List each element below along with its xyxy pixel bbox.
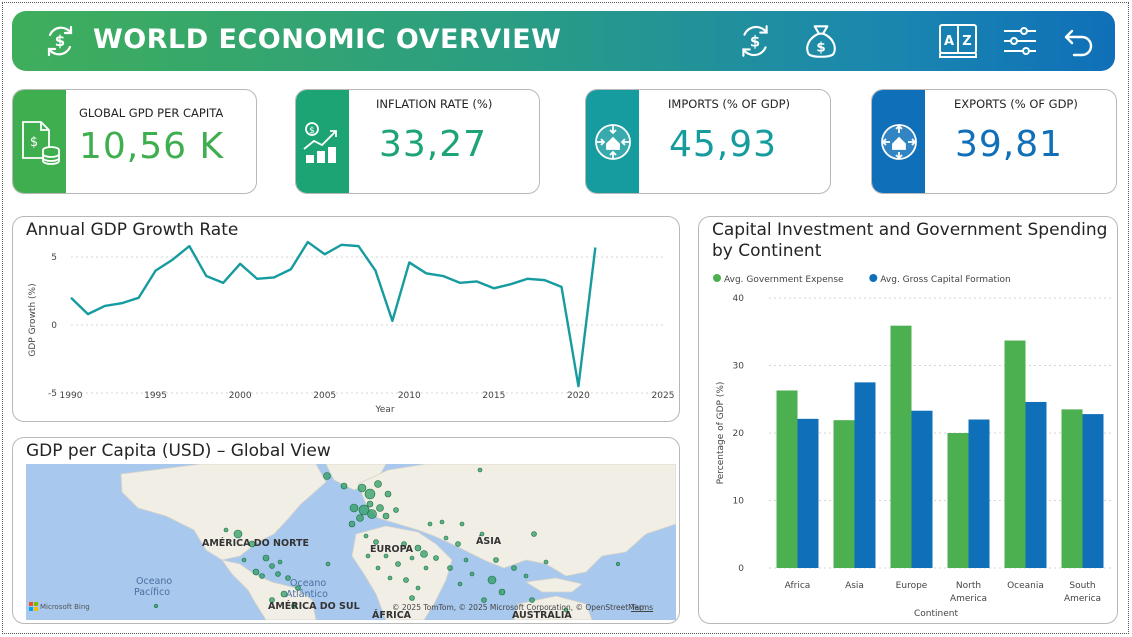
svg-text:$: $ [55, 32, 65, 50]
y-axis-title: Percentage of GDP (%) [716, 382, 726, 485]
kpi-value: 33,27 [379, 124, 488, 165]
bar[interactable] [947, 433, 969, 568]
bar[interactable] [1061, 409, 1083, 568]
y-tick-label: 0 [738, 564, 744, 574]
dictionary-icon[interactable]: A Z [936, 21, 980, 61]
bar[interactable] [1082, 414, 1104, 568]
gdp-map-panel: GDP per Capita (USD) – Global View AMÉRI… [12, 437, 680, 624]
header-banner: $ WORLD ECONOMIC OVERVIEW $ $ A Z [12, 11, 1115, 71]
map-label-atlantic: Oceano [290, 578, 326, 589]
svg-text:$: $ [816, 40, 826, 56]
map-label-asia: ÁSIA [476, 535, 502, 547]
legend-label: Avg. Gross Capital Formation [880, 275, 1010, 285]
x-tick-label: America [1064, 594, 1101, 604]
legend-marker [869, 274, 878, 282]
map-label-south-america: AMÉRICA DO SUL [268, 601, 360, 612]
svg-text:Z: Z [962, 34, 971, 49]
x-axis-title: Year [374, 405, 394, 415]
filter-sliders-icon[interactable] [1002, 23, 1038, 59]
legend-label: Avg. Government Expense [724, 275, 844, 285]
y-tick-label: 5 [51, 253, 57, 263]
map-label-europe: EUROPA [370, 544, 414, 555]
x-tick-label: Asia [845, 581, 864, 591]
back-arrow-icon[interactable] [1062, 25, 1096, 59]
bar[interactable] [1025, 401, 1047, 568]
bar[interactable] [854, 382, 876, 568]
gdp-growth-line[interactable] [70, 240, 597, 388]
x-tick-label: 2010 [398, 391, 421, 401]
kpi-label: EXPORTS (% OF GDP) [954, 97, 1078, 111]
kpi-label: IMPORTS (% OF GDP) [668, 97, 791, 111]
bar[interactable] [833, 420, 855, 568]
map-label-north-america: AMÉRICA DO NORTE [202, 537, 309, 549]
exports-arrows-icon [872, 90, 925, 193]
bar[interactable] [776, 390, 798, 568]
kpi-value: 39,81 [955, 124, 1064, 165]
kpi-value: 10,56 K [79, 126, 225, 167]
bar[interactable] [797, 418, 819, 568]
x-tick-label: 2005 [313, 391, 336, 401]
kpi-label: GLOBAL GPD PER CAPITA [79, 106, 224, 120]
map-label-pacific: Oceano [136, 576, 172, 587]
x-tick-label: Africa [785, 581, 811, 591]
map-terms-link[interactable]: Terms [631, 603, 653, 612]
y-tick-label: 30 [733, 362, 745, 372]
y-tick-label: -5 [48, 389, 57, 399]
svg-text:$: $ [29, 135, 37, 150]
imports-arrows-icon [586, 90, 639, 193]
currency-exchange-icon: $ [42, 23, 78, 59]
world-map[interactable]: AMÉRICA DO NORTE EUROPA ÁSIA ÁFRICA Ocea… [26, 464, 676, 620]
svg-text:$: $ [309, 126, 315, 136]
bing-logo: Microsoft Bing [29, 602, 90, 611]
svg-text:$: $ [750, 33, 760, 50]
map-title: GDP per Capita (USD) – Global View [26, 441, 331, 461]
gdp-growth-panel: Annual GDP Growth Rate -5 0 5 1990 1995 2000 2… [12, 216, 680, 422]
kpi-card-imports: IMPORTS (% OF GDP) 45,93 [585, 89, 831, 194]
map-attribution: © 2025 TomTom, © 2025 Microsoft Corporat… [392, 603, 645, 612]
y-tick-label: 0 [51, 321, 57, 331]
money-bag-icon[interactable]: $ [800, 20, 842, 62]
bar[interactable] [1004, 340, 1026, 568]
kpi-card-exports: EXPORTS (% OF GDP) 39,81 [871, 89, 1117, 194]
x-tick-label: 1995 [144, 391, 167, 401]
x-tick-label: America [950, 594, 987, 604]
bar[interactable] [911, 410, 933, 568]
bing-label: Microsoft Bing [40, 602, 90, 611]
bar[interactable] [968, 419, 990, 569]
x-tick-label: 2000 [229, 391, 252, 401]
bar[interactable] [890, 325, 912, 568]
capital-spending-bar-chart: Avg. Government Expense Avg. Gross Capita… [713, 274, 1111, 619]
x-tick-label: 2020 [567, 391, 590, 401]
kpi-card-gdp-per-capita: $ GLOBAL GPD PER CAPITA 10,56 K [12, 89, 257, 194]
x-tick-label: North [956, 581, 981, 591]
kpi-card-inflation-rate: $ INFLATION RATE (%) 33,27 [295, 89, 540, 194]
capital-spending-panel: Capital Investment and Government Spendi… [698, 216, 1118, 624]
y-tick-label: 40 [733, 294, 745, 304]
kpi-label: INFLATION RATE (%) [376, 97, 493, 111]
x-tick-label: South [1069, 581, 1095, 591]
svg-text:A: A [944, 34, 954, 49]
x-tick-label: 2025 [652, 391, 675, 401]
document-dollar-icon: $ [13, 90, 66, 193]
y-tick-label: 10 [733, 497, 745, 507]
legend-marker [713, 274, 721, 282]
x-tick-label: 2015 [482, 391, 505, 401]
currency-exchange-icon[interactable]: $ [736, 22, 774, 60]
kpi-value: 45,93 [669, 124, 778, 165]
x-axis-title: Continent [914, 609, 958, 619]
y-axis-title: GDP Growth (%) [28, 283, 38, 356]
gdp-growth-line-chart: -5 0 5 1990 1995 2000 2005 2010 2015 2020 2025 Year… [28, 240, 675, 415]
x-tick-label: Europe [896, 581, 928, 591]
growth-coins-icon: $ [296, 90, 349, 193]
x-tick-label: 1990 [60, 391, 83, 401]
map-label-pacific-2: Pacífico [134, 587, 170, 598]
y-tick-label: 20 [733, 429, 745, 439]
x-tick-label: Oceania [1007, 581, 1044, 591]
map-label-atlantic-2: Atlântico [286, 589, 328, 600]
page-title: WORLD ECONOMIC OVERVIEW [93, 24, 562, 55]
